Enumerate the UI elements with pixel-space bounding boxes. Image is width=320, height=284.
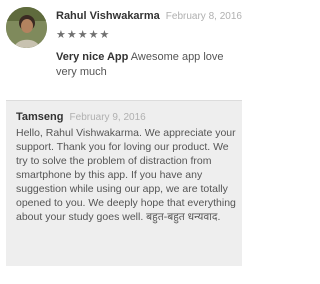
reply-text: Hello, Rahul Vishwakarma. We appreciate …	[16, 127, 236, 223]
star-icon: ★	[77, 28, 88, 41]
reply-author: Tamseng	[16, 111, 64, 123]
star-icon: ★	[88, 28, 99, 41]
review-card: Rahul Vishwakarma February 8, 2016 ★★★★★…	[0, 0, 251, 87]
star-icon: ★	[66, 28, 77, 41]
review-author: Rahul Vishwakarma February 8, 2016	[56, 10, 242, 22]
star-icon: ★	[99, 28, 110, 41]
review-date: February 8, 2016	[165, 11, 242, 22]
user-photo-icon	[6, 7, 47, 48]
reply-header: Tamseng February 9, 2016	[16, 111, 146, 123]
star-rating: ★★★★★	[56, 28, 110, 40]
developer-reply: Tamseng February 9, 2016 Hello, Rahul Vi…	[6, 100, 242, 266]
review-author-name: Rahul Vishwakarma	[56, 10, 160, 22]
review-title: Very nice App	[56, 51, 129, 63]
avatar	[6, 7, 47, 48]
review-body: Very nice App Awesome app love very much	[56, 50, 246, 80]
reply-date: February 9, 2016	[69, 112, 146, 123]
star-icon: ★	[56, 28, 66, 41]
